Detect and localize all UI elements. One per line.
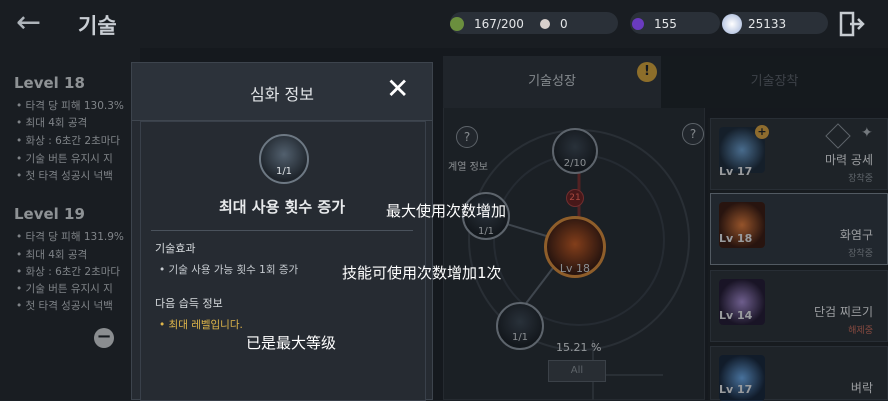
stamina-icon: [450, 17, 464, 31]
modal-header: 심화 정보 ✕: [132, 63, 432, 121]
next-info-line: • 최대 레벨입니다.: [159, 319, 243, 331]
close-icon[interactable]: ✕: [386, 75, 409, 103]
translation-overlay-3: 已是最大等级: [246, 334, 337, 352]
effect-header: 기술효과: [155, 242, 196, 255]
pearl-icon: [540, 19, 550, 29]
skill-fraction: 1/1: [275, 166, 293, 177]
divider: [151, 230, 413, 231]
stamina-value: 167/200: [474, 17, 524, 31]
page-title: 기술: [78, 14, 117, 38]
resource-stamina: 167/200: [450, 14, 524, 34]
translation-overlay-1: 最大使用次数增加: [386, 202, 507, 220]
next-info-header: 다음 습득 정보: [155, 297, 223, 310]
translation-overlay-2: 技能可使用次数增加1次: [342, 264, 502, 282]
orb-icon: [632, 18, 644, 30]
effect-line: • 기술 사용 가능 횟수 1회 증가: [159, 264, 299, 276]
crystal-value: 25133: [748, 17, 787, 31]
resource-pearl: 0: [540, 14, 568, 34]
orb-value: 155: [654, 17, 677, 31]
exit-icon[interactable]: [838, 10, 866, 38]
crystal-icon: [722, 14, 742, 34]
back-arrow-icon[interactable]: ←: [16, 8, 41, 38]
resource-orb: 155: [632, 14, 677, 34]
resource-crystal: 25133: [722, 14, 786, 34]
pearl-value: 0: [560, 17, 568, 31]
